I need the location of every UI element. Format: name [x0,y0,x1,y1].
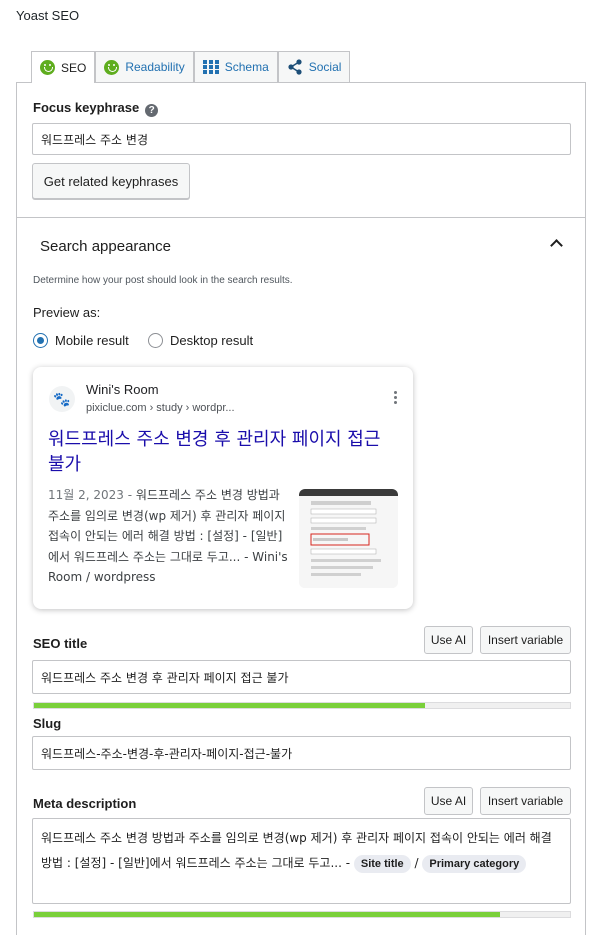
meta-use-ai-button[interactable]: Use AI [424,787,473,815]
focus-keyphrase-input[interactable]: 워드프레스 주소 변경 [32,123,571,155]
grid-icon [202,60,219,74]
serp-site-name: Wini's Room [86,382,159,397]
search-appearance-toggle[interactable]: Search appearance [40,238,171,255]
seo-title-use-ai-button[interactable]: Use AI [424,626,473,654]
slug-input[interactable]: 워드프레스-주소-변경-후-관리자-페이지-접근-불가 [32,736,571,770]
serp-thumbnail-image [299,489,398,588]
seo-title-insert-variable-button[interactable]: Insert variable [480,626,571,654]
seo-title-label: SEO title [33,636,88,651]
progress-fill [34,703,426,708]
preview-as-label: Preview as: [33,305,101,320]
desktop-result-radio[interactable]: Desktop result [148,333,253,348]
site-favicon-icon: 🐾 [49,386,75,412]
tab-social[interactable]: Social [277,51,351,82]
meta-description-label: Meta description [33,796,137,811]
seo-title-length-progress [33,702,571,709]
meta-description-length-progress [33,911,571,918]
slug-label: Slug [33,716,62,731]
mobile-serp-preview: 🐾 Wini's Room pixiclue.com › study › wor… [33,367,413,609]
plugin-title: Yoast SEO [16,8,80,23]
tab-readability[interactable]: Readability [95,51,194,82]
radio-button[interactable] [33,333,48,348]
share-icon [287,59,303,75]
primary-category-variable-pill[interactable]: Primary category [422,855,527,873]
serp-title: 워드프레스 주소 변경 후 관리자 페이지 접근 불가 [48,429,381,475]
tab-schema[interactable]: Schema [193,51,278,82]
serp-url: pixiclue.com › study › wordpr... [86,402,235,414]
smiley-good-icon [104,59,120,75]
search-appearance-description: Determine how your post should look in t… [33,275,293,286]
help-icon[interactable]: ? [145,104,159,117]
metabox-tabs: SEO Readability Schema Social [31,51,351,83]
smiley-good-icon [40,60,55,75]
serp-date: 11월 2, 2023 - [48,488,133,502]
site-title-variable-pill[interactable]: Site title [353,855,411,873]
section-divider [16,217,586,218]
progress-fill [34,912,501,917]
mobile-result-radio[interactable]: Mobile result [33,333,129,348]
serp-description: 11월 2, 2023 - 워드프레스 주소 변경 방법과 주소를 임의로 변경… [48,488,288,584]
more-options-icon [394,391,397,404]
radio-button[interactable] [148,333,163,348]
tab-seo[interactable]: SEO [31,51,96,83]
meta-description-editor[interactable]: 워드프레스 주소 변경 방법과 주소를 임의로 변경(wp 제거) 후 관리자 … [32,818,571,904]
seo-title-input[interactable]: 워드프레스 주소 변경 후 관리자 페이지 접근 불가 [32,660,571,694]
meta-insert-variable-button[interactable]: Insert variable [480,787,571,815]
focus-keyphrase-label: Focus keyphrase? [33,100,159,117]
get-related-keyphrases-button[interactable]: Get related keyphrases [32,163,190,199]
